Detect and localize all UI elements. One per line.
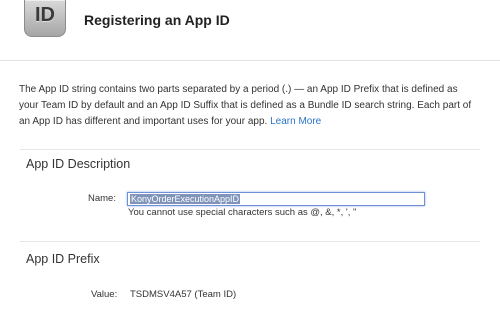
name-input[interactable]: KonyOrderExecutionAppID — [127, 192, 425, 206]
app-id-icon: ID — [24, 0, 66, 37]
page-header: ID Registering an App ID — [0, 0, 500, 60]
app-id-prefix-heading: App ID Prefix — [26, 252, 100, 266]
app-id-icon-label: ID — [35, 4, 55, 26]
name-label: Name: — [88, 193, 116, 204]
header-divider — [0, 60, 500, 61]
section-divider — [20, 241, 480, 242]
value-label: Value: — [91, 289, 118, 300]
app-id-description-heading: App ID Description — [26, 157, 131, 171]
learn-more-link[interactable]: Learn More — [270, 116, 321, 127]
intro-paragraph: The App ID string contains two parts sep… — [19, 82, 479, 130]
special-characters-hint: You cannot use special characters such a… — [128, 207, 357, 218]
intro-text: The App ID string contains two parts sep… — [19, 84, 472, 127]
team-id-value: TSDMSV4A57 (Team ID) — [130, 289, 237, 300]
name-input-selected-text: KonyOrderExecutionAppID — [130, 194, 241, 204]
section-divider — [20, 149, 480, 150]
page-title: Registering an App ID — [84, 12, 230, 28]
